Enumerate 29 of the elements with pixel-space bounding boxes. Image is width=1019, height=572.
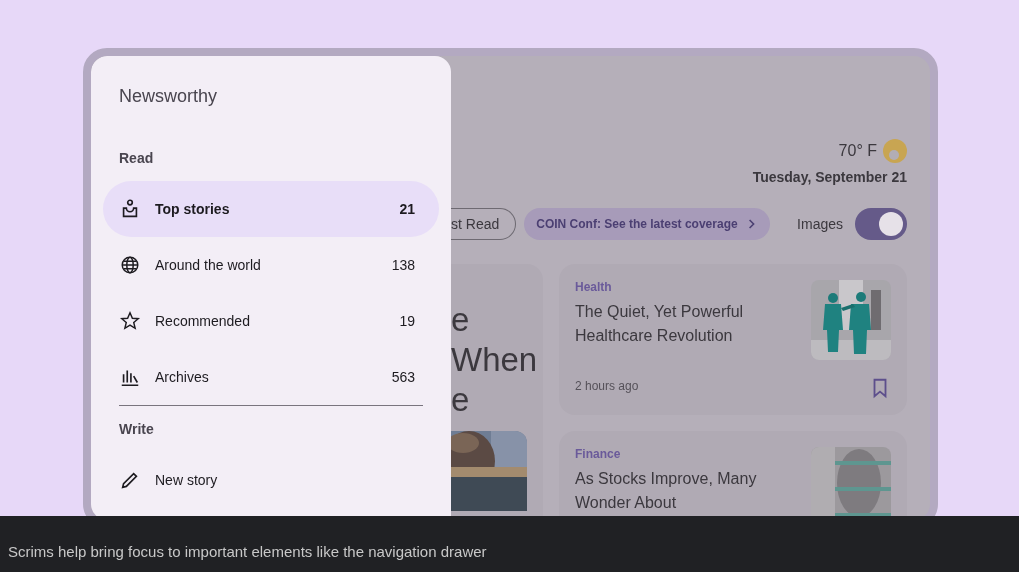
images-toggle[interactable] bbox=[855, 208, 907, 240]
app-title: Newsworthy bbox=[118, 85, 219, 108]
drawer-item[interactable]: Around the world 138 bbox=[103, 237, 439, 293]
date: Tuesday, September 21 bbox=[751, 169, 907, 185]
weather-icon bbox=[883, 139, 907, 163]
story-card[interactable]: e When e bbox=[451, 264, 543, 516]
headline-fragment: e bbox=[451, 380, 471, 420]
story-card[interactable]: Finance As Stocks Improve, Many Wonder About bbox=[559, 431, 907, 516]
drawer-item[interactable]: Archives 563 bbox=[103, 349, 439, 405]
toggle-label: Images bbox=[797, 216, 843, 232]
story-title: As Stocks Improve, Many Wonder About bbox=[575, 469, 758, 513]
caption: Scrims help bring focus to important elements like the navigation drawer bbox=[0, 516, 1019, 572]
chevron-icon bbox=[747, 218, 756, 230]
headline-fragment: e bbox=[451, 300, 471, 340]
section-label: Write bbox=[118, 420, 155, 439]
category-label: Health bbox=[575, 280, 613, 294]
timestamp: 2 hours ago bbox=[575, 379, 640, 393]
star-icon bbox=[119, 310, 141, 332]
drawer-item[interactable]: Recommended 19 bbox=[103, 293, 439, 349]
headline-fragment: When bbox=[451, 340, 539, 380]
drawer-item[interactable]: New story bbox=[103, 452, 439, 508]
category-label: Finance bbox=[575, 447, 622, 461]
temperature: 70° F bbox=[838, 142, 877, 160]
globe-icon bbox=[119, 254, 141, 276]
story-card[interactable]: Health The Quiet, Yet Powerful Healthcare Revolution 2 hours ago bbox=[559, 264, 907, 415]
drawer-item[interactable]: Top stories 21 bbox=[103, 181, 439, 237]
coverage-chip[interactable]: COIN Conf: See the latest coverage bbox=[524, 208, 770, 240]
story-title: The Quiet, Yet Powerful Healthcare Revolution bbox=[575, 302, 745, 346]
section-label: Read bbox=[118, 149, 155, 168]
